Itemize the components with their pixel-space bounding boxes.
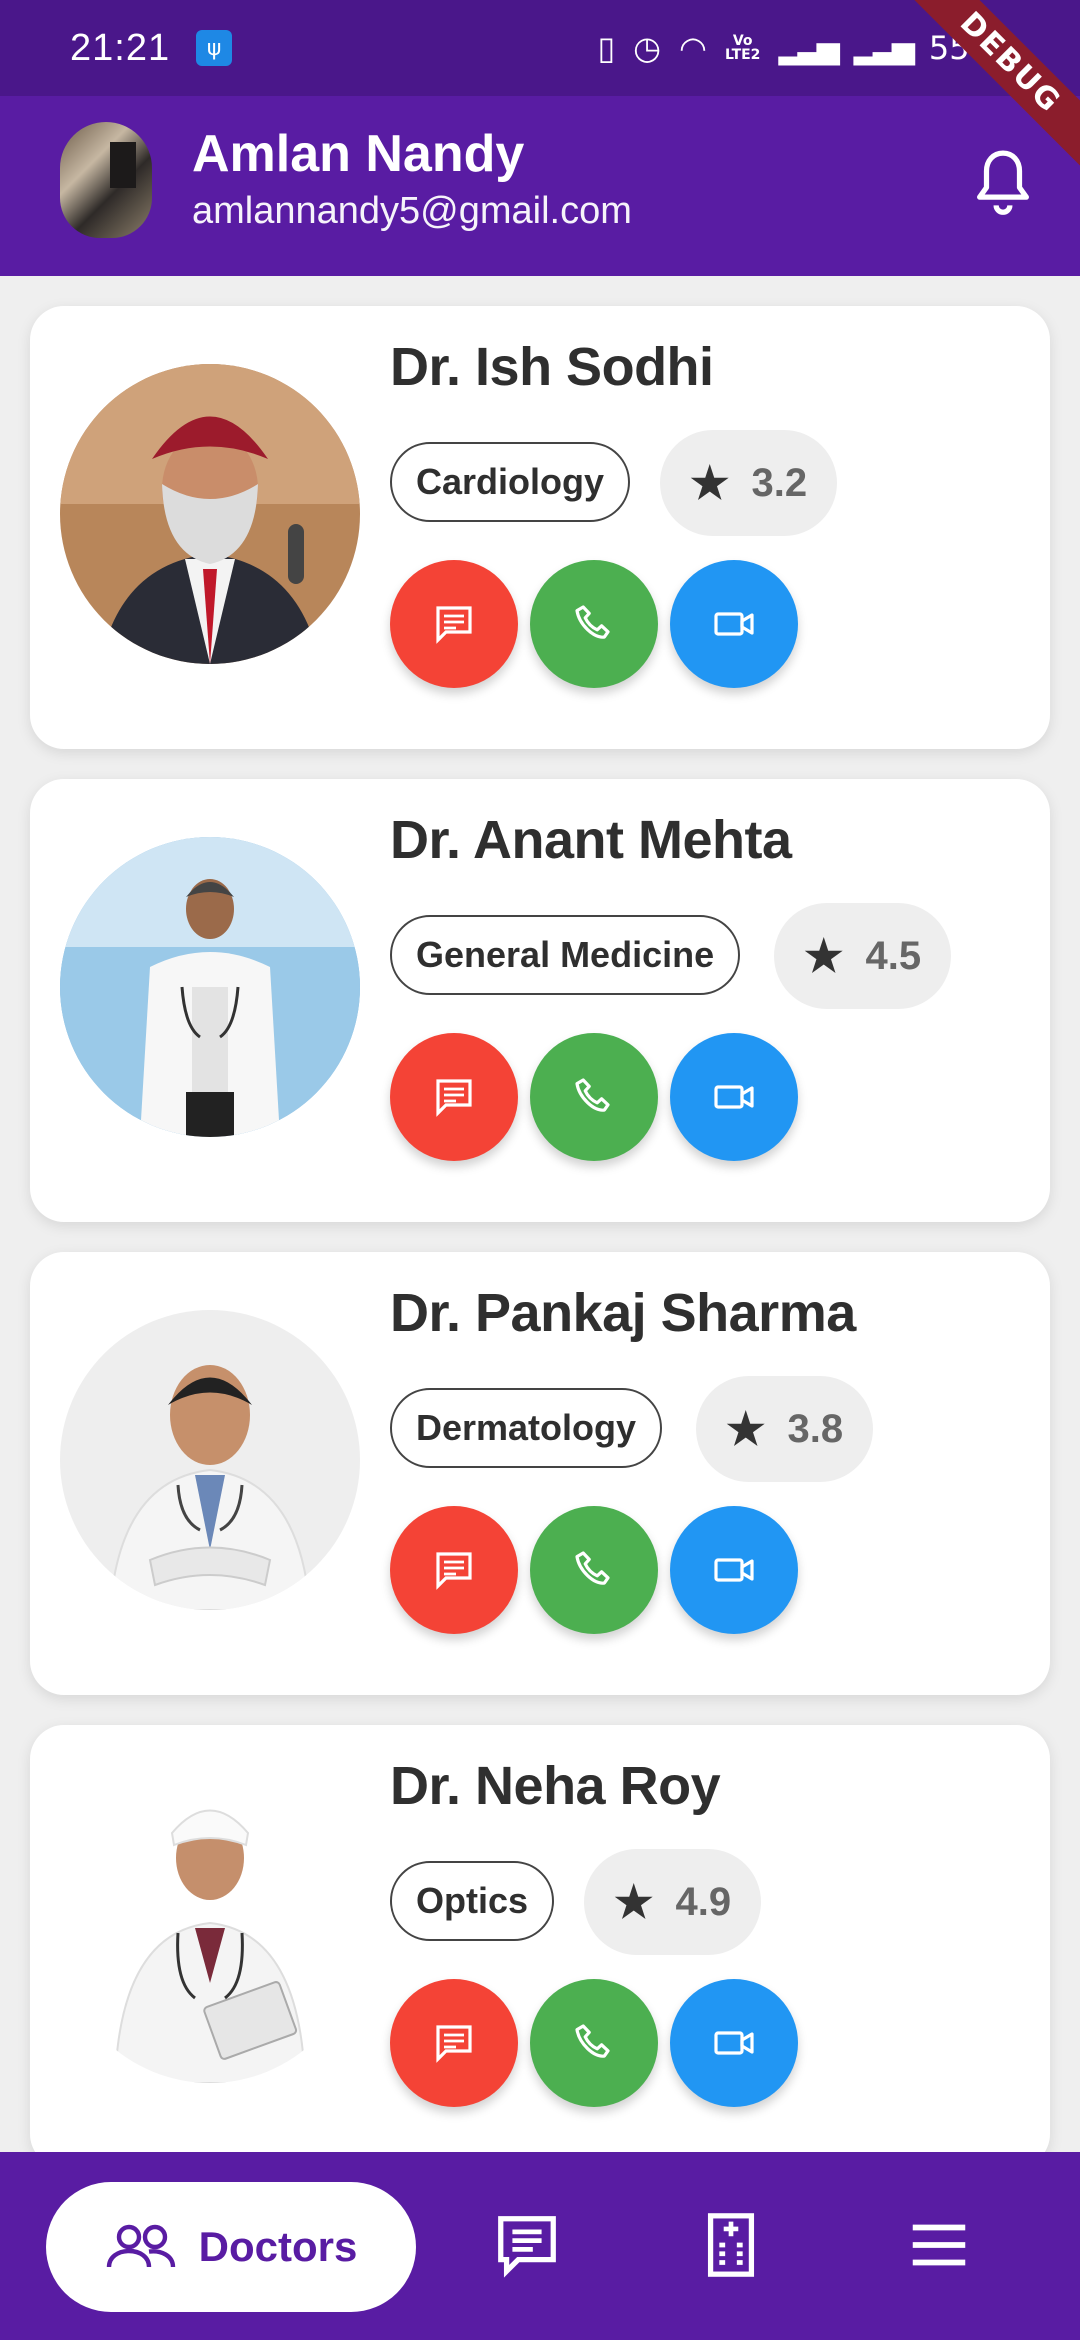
app-header: Amlan Nandy amlannandy5@gmail.com [0,96,1080,276]
message-button[interactable] [390,560,518,688]
doctor-card[interactable]: Dr. Pankaj Sharma Dermatology ★ 3.8 [30,1252,1050,1695]
video-camera-icon [714,1558,754,1582]
message-icon [436,2025,472,2063]
call-button[interactable] [530,1033,658,1161]
phone-icon [575,1551,610,1585]
doctor-name: Dr. Ish Sodhi [390,337,714,397]
signal-icon-2: ▂▃▅ [853,30,915,66]
video-camera-icon [714,612,754,636]
call-button[interactable] [530,1979,658,2107]
doctor-photo [60,1783,360,2083]
doctor-photo [60,1310,360,1610]
doctor-name: Dr. Neha Roy [390,1756,721,1816]
message-button[interactable] [390,1506,518,1634]
doctors-icon [106,2224,175,2268]
video-call-button[interactable] [670,1033,798,1161]
contact-actions [390,1506,798,1634]
doctor-card[interactable]: Dr. Neha Roy Optics ★ 4.9 [30,1725,1050,2168]
status-bar: 21:21 ψ ▯ ◷ ◠ VoLTE2 ▂▃▅ ▂▃▅ 55% DEBUG [0,0,1080,179]
doctor-card[interactable]: Dr. Ish Sodhi Cardiology ★ 3.2 [30,306,1050,749]
nav-doctors-label: Doctors [198,2223,358,2270]
wifi-icon: ◠ [679,29,707,67]
rating-value: 3.8 [787,1406,844,1451]
rating-chip: ★ 4.9 [584,1849,762,1955]
phone-icon [575,605,610,639]
nav-doctors-tab[interactable]: Doctors [46,2182,416,2312]
contact-actions [390,560,798,688]
contact-actions [390,1979,798,2107]
usb-icon: ψ [196,30,233,66]
phone-icon [575,2024,610,2058]
video-call-button[interactable] [670,560,798,688]
message-button[interactable] [390,1979,518,2107]
rating-chip: ★ 4.5 [774,903,952,1009]
specialty-chip[interactable]: General Medicine [390,915,741,995]
message-icon [436,606,472,644]
call-button[interactable] [530,1506,658,1634]
menu-icon[interactable] [904,2210,974,2280]
alarm-icon: ◷ [633,29,662,67]
doctor-card[interactable]: Dr. Anant Mehta General Medicine ★ 4.5 [30,779,1050,1222]
hospital-icon[interactable] [696,2210,766,2280]
message-button[interactable] [390,1033,518,1161]
video-call-button[interactable] [670,1506,798,1634]
doctor-name: Dr. Anant Mehta [390,810,792,870]
rating-value: 4.5 [865,933,922,978]
doctor-name: Dr. Pankaj Sharma [390,1283,856,1343]
user-avatar[interactable] [60,122,152,238]
video-camera-icon [714,1085,754,1109]
doctor-photo [60,837,360,1137]
message-icon [436,1079,472,1117]
rating-chip: ★ 3.2 [660,430,838,536]
rating-chip: ★ 3.8 [696,1376,874,1482]
user-name: Amlan Nandy [192,125,525,183]
specialty-chip[interactable]: Cardiology [390,442,631,522]
contact-actions [390,1033,798,1161]
volte-icon: Vo LTE2 [724,33,761,63]
star-icon: ★ [726,1404,766,1454]
rating-value: 4.9 [675,1879,732,1924]
star-icon: ★ [614,1877,654,1927]
bottom-nav: Doctors [0,2152,1080,2340]
video-call-button[interactable] [670,1979,798,2107]
signal-icon-1: ▂▃▅ [778,30,839,66]
bell-icon[interactable] [970,146,1036,218]
chat-icon[interactable] [492,2210,562,2280]
user-email: amlannandy5@gmail.com [192,190,632,232]
video-camera-icon [714,2031,754,2055]
rating-value: 3.2 [751,460,808,505]
doctor-photo [60,364,360,664]
specialty-chip[interactable]: Dermatology [390,1388,663,1468]
doctor-list: Dr. Ish Sodhi Cardiology ★ 3.2 Dr. Anant… [30,306,1050,2198]
star-icon: ★ [804,931,844,981]
message-icon [436,1552,472,1590]
vibrate-icon: ▯ [597,29,616,67]
call-button[interactable] [530,560,658,688]
specialty-chip[interactable]: Optics [390,1861,555,1941]
phone-icon [575,1078,610,1112]
star-icon: ★ [690,458,730,508]
status-time: 21:21 [70,26,171,69]
